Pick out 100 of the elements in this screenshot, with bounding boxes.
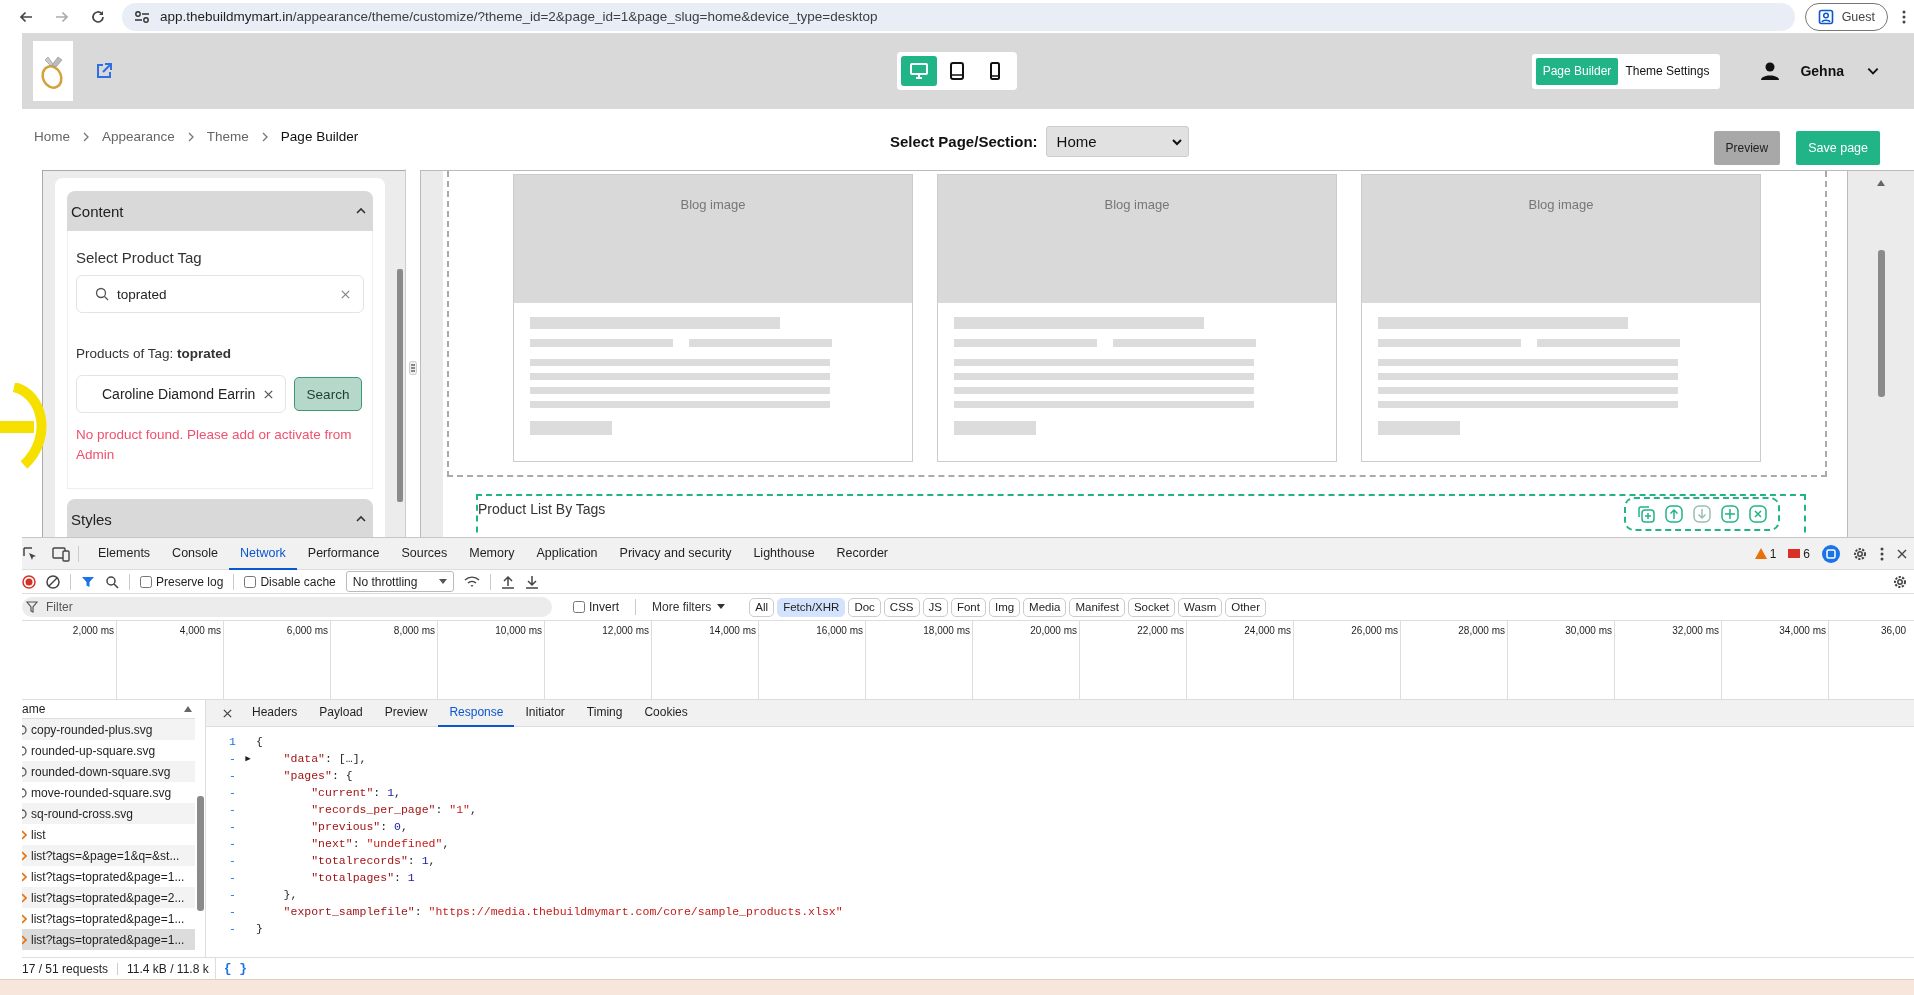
- request-row[interactable]: list?tags=&page=1&q=&st...: [22, 845, 195, 867]
- devtools-tab[interactable]: Application: [525, 538, 609, 570]
- code-line: }: [256, 922, 263, 936]
- type-filter[interactable]: Socket: [1127, 597, 1176, 617]
- device-mode-icon[interactable]: [52, 545, 70, 562]
- breadcrumb-link[interactable]: Theme: [206, 129, 249, 145]
- devtools-tab[interactable]: Performance: [296, 538, 391, 570]
- devtools-tab[interactable]: Lighthouse: [742, 538, 826, 570]
- code-line: "data": […],: [282, 752, 367, 766]
- type-filter[interactable]: CSS: [883, 597, 920, 617]
- tick-label: 32,000 ms: [1672, 625, 1719, 637]
- type-filter[interactable]: Doc: [848, 597, 881, 617]
- error-count: 6: [1803, 546, 1810, 561]
- drag-handle-icon[interactable]: [409, 361, 417, 376]
- upload-icon[interactable]: [500, 574, 515, 589]
- line-number: -: [228, 803, 236, 817]
- breadcrumb-link[interactable]: Home: [34, 129, 70, 145]
- line-number: 1: [228, 735, 236, 749]
- reload-icon[interactable]: [90, 8, 106, 25]
- arrow-up-icon[interactable]: [1664, 504, 1684, 525]
- sort-icon[interactable]: [183, 705, 193, 714]
- move-icon[interactable]: [1720, 504, 1740, 525]
- breadcrumb-link[interactable]: Appearance: [102, 129, 175, 145]
- detail-tab[interactable]: Preview: [373, 699, 439, 727]
- pretty-print-button[interactable]: { }: [223, 961, 248, 977]
- settings-icon[interactable]: [1892, 573, 1908, 590]
- tag-search-field[interactable]: toprated: [76, 275, 364, 314]
- scroll-up-icon[interactable]: [1876, 179, 1886, 188]
- preserve-log-checkbox[interactable]: [140, 575, 152, 588]
- detail-tab[interactable]: Timing: [575, 699, 634, 727]
- inspect-icon[interactable]: [22, 545, 38, 562]
- type-filter[interactable]: Media: [1023, 597, 1067, 617]
- chevron-icon: [22, 829, 27, 840]
- line-number: -: [228, 888, 236, 902]
- type-filter[interactable]: Wasm: [1178, 597, 1223, 617]
- detail-tab[interactable]: Payload: [308, 699, 374, 727]
- accordion-header[interactable]: Content: [67, 191, 373, 232]
- download-icon[interactable]: [524, 574, 539, 589]
- image-label: Blog image: [1528, 197, 1594, 213]
- clear-icon[interactable]: [263, 388, 275, 400]
- filter-icon[interactable]: [81, 574, 95, 589]
- devtools-tab[interactable]: Sources: [390, 538, 459, 570]
- devtools-tab[interactable]: Console: [161, 538, 229, 570]
- search-button[interactable]: Search: [294, 377, 362, 412]
- header-tab[interactable]: Theme Settings: [1618, 57, 1717, 85]
- code-line: "pages": {: [282, 769, 353, 783]
- accordion-header[interactable]: Styles: [67, 499, 373, 538]
- type-filter[interactable]: Fetch/XHR: [777, 597, 846, 617]
- detail-tab[interactable]: Response: [438, 699, 515, 727]
- request-row[interactable]: list?tags=toprated&page=2...: [22, 887, 195, 909]
- request-row[interactable]: list?tags=toprated&page=1...: [22, 929, 195, 951]
- invert-checkbox[interactable]: [573, 601, 585, 614]
- detail-tab[interactable]: Headers: [241, 699, 309, 727]
- request-row[interactable]: move-rounded-square.svg: [22, 782, 195, 804]
- detail-tab[interactable]: Cookies: [633, 699, 699, 727]
- address-bar[interactable]: app.thebuildmymart.in/appearance/theme/customize/?theme_id=2&page_id=1&page_slug=home&device_type=desktop: [122, 2, 1795, 31]
- record-icon[interactable]: [22, 574, 36, 589]
- devtools-tab[interactable]: Memory: [458, 538, 526, 570]
- type-filter[interactable]: JS: [922, 597, 948, 617]
- line-number: -: [228, 769, 236, 783]
- type-filter[interactable]: Manifest: [1069, 597, 1125, 617]
- request-row[interactable]: list?tags=toprated&page=1...: [22, 866, 195, 888]
- close-icon[interactable]: [1896, 547, 1908, 560]
- settings-icon[interactable]: [1852, 545, 1868, 562]
- more-icon[interactable]: [1880, 545, 1884, 562]
- request-row[interactable]: rounded-down-square.svg: [22, 761, 195, 783]
- product-field[interactable]: Caroline Diamond Earrin: [76, 375, 286, 414]
- devtools-tab[interactable]: Network: [229, 538, 297, 570]
- type-filter[interactable]: Other: [1225, 597, 1266, 617]
- type-filter[interactable]: All: [749, 597, 775, 617]
- expand-toggle[interactable]: ▶: [245, 754, 251, 765]
- close-icon[interactable]: [222, 707, 233, 719]
- search-icon[interactable]: [105, 574, 119, 589]
- more-filters-button[interactable]: More filters: [652, 600, 726, 615]
- external-link-icon[interactable]: [95, 62, 113, 81]
- filter-field[interactable]: Filter: [22, 597, 552, 618]
- request-row[interactable]: list?tags=toprated&page=1...: [22, 908, 195, 930]
- type-filter[interactable]: Font: [950, 597, 986, 617]
- network-conditions-icon[interactable]: [463, 574, 480, 589]
- request-row[interactable]: sq-round-cross.svg: [22, 803, 195, 825]
- page-select[interactable]: Home: [1045, 126, 1189, 158]
- devtools-tab[interactable]: Privacy and security: [608, 538, 743, 570]
- throttling-select[interactable]: No throttling: [345, 571, 454, 593]
- ai-assistant-icon[interactable]: [1822, 544, 1840, 563]
- request-row[interactable]: rounded-up-square.svg: [22, 740, 195, 762]
- request-row[interactable]: list: [22, 824, 195, 846]
- detail-tab[interactable]: Initiator: [514, 699, 576, 727]
- profile-button[interactable]: Guest: [1804, 2, 1888, 31]
- preview-button[interactable]: Preview: [1713, 131, 1781, 166]
- copy-plus-icon[interactable]: [1636, 504, 1656, 525]
- devtools-tab[interactable]: Recorder: [825, 538, 899, 570]
- clear-icon[interactable]: [46, 574, 60, 589]
- devtools-tab[interactable]: Elements: [87, 538, 162, 570]
- error-message: No product found. Please add or activate from Admin: [76, 426, 353, 465]
- disable-cache-checkbox[interactable]: [244, 575, 257, 588]
- code-line: "next": "undefined",: [310, 837, 450, 851]
- more-icon[interactable]: [1902, 8, 1906, 25]
- type-filter[interactable]: Img: [988, 597, 1021, 617]
- request-row[interactable]: copy-rounded-plus.svg: [22, 719, 195, 741]
- device-toggle[interactable]: [900, 56, 937, 87]
